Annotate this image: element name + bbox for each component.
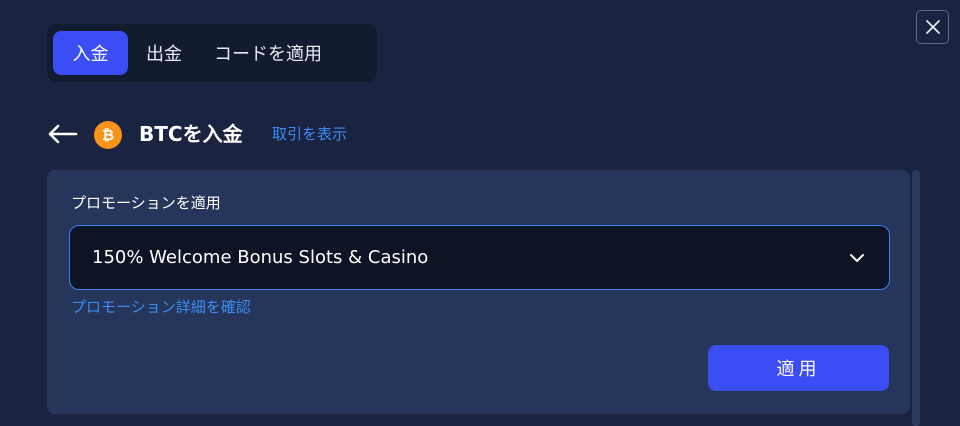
promotion-panel: プロモーションを適用 150% Welcome Bonus Slots & Ca… (47, 170, 910, 414)
back-button[interactable] (44, 118, 80, 150)
scrollbar[interactable] (912, 170, 920, 426)
promotion-select[interactable]: 150% Welcome Bonus Slots & Casino (69, 225, 890, 290)
tab-apply-code[interactable]: コードを適用 (200, 31, 336, 75)
page-title: BTCを入金 (139, 122, 243, 146)
close-icon (925, 20, 940, 34)
deposit-modal: 入金 出金 コードを適用 ₿ BTCを入金 取引を表示 プロモーションを適用 1… (0, 0, 960, 426)
promotion-selected-value: 150% Welcome Bonus Slots & Casino (92, 247, 429, 268)
tab-withdraw[interactable]: 出金 (132, 31, 196, 75)
view-transactions-link[interactable]: 取引を表示 (272, 121, 347, 147)
arrow-left-icon (48, 124, 78, 144)
promotion-label: プロモーションを適用 (71, 194, 221, 212)
tab-deposit[interactable]: 入金 (53, 31, 128, 75)
chevron-down-icon (847, 248, 867, 268)
promotion-details-link[interactable]: プロモーション詳細を確認 (71, 296, 251, 317)
wallet-tabs: 入金 出金 コードを適用 (47, 24, 377, 82)
close-button[interactable] (916, 10, 949, 44)
bitcoin-icon: ₿ (94, 121, 122, 149)
apply-button[interactable]: 適用 (708, 345, 889, 391)
